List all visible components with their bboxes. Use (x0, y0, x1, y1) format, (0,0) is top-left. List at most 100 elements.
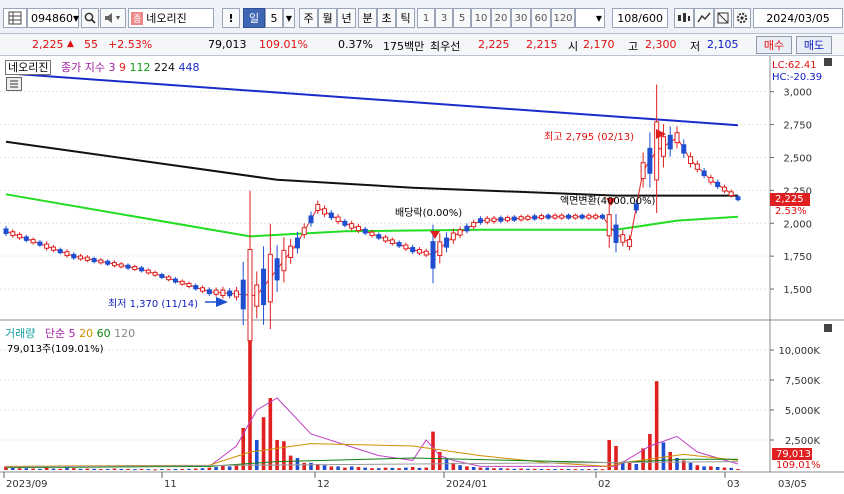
panel-resize-icon[interactable] (824, 58, 832, 66)
data-count-field[interactable]: 108/600 (612, 8, 668, 28)
period-10-button[interactable]: 10 (471, 8, 491, 28)
period-1-button[interactable]: 1 (417, 8, 435, 28)
price-tick-label: 1,750 (783, 252, 812, 263)
indicator-icon[interactable] (694, 8, 714, 28)
candle-body (484, 217, 490, 223)
volume-bar (160, 469, 164, 471)
candle-body (227, 290, 233, 297)
candle-body (681, 144, 687, 154)
period-30-button[interactable]: 30 (511, 8, 531, 28)
sell-button[interactable]: 매도 (796, 36, 832, 54)
volume-bar (573, 469, 578, 471)
current-volume-tag: 79,013 (776, 449, 811, 460)
high-label: 고 (628, 40, 639, 53)
candle-body (627, 239, 633, 247)
volume-bar (58, 468, 63, 470)
stock-tag-icon: 종 (131, 11, 144, 25)
interval-tick-button[interactable]: 틱 (396, 8, 415, 28)
interval-day-button[interactable]: 일 (243, 8, 265, 28)
period-20-button[interactable]: 20 (491, 8, 511, 28)
volume-bar (139, 468, 144, 470)
candle-body (606, 214, 612, 237)
volume-bar (634, 464, 639, 470)
period-120-button[interactable]: 120 (551, 8, 575, 28)
volume-bar (71, 468, 76, 470)
candle-body (545, 214, 551, 219)
candle-body (23, 236, 29, 241)
stock-name-field[interactable]: 종 네오리진 (128, 8, 214, 28)
interval-chevron-down-icon[interactable]: ▼ (283, 8, 295, 28)
interval-month-button[interactable]: 월 (318, 8, 337, 28)
candle-body (50, 246, 56, 251)
volume-bar (99, 469, 103, 471)
candle-body (416, 249, 422, 254)
candle-body (383, 236, 389, 242)
stock-chart[interactable]: 3,0002,7502,5002,2502,0001,7501,500 10,0… (0, 56, 844, 494)
interval-week-button[interactable]: 주 (299, 8, 318, 28)
candle-body (294, 237, 300, 249)
volume-bar (200, 468, 205, 470)
volume-bar (478, 467, 483, 470)
candle-body (145, 269, 151, 274)
interval-minute-button[interactable]: 분 (358, 8, 377, 28)
best-ask-price: 2,225 (478, 38, 510, 51)
period-chevron-down-icon[interactable]: ▼ (596, 14, 602, 23)
candle-body (667, 134, 673, 150)
period-3-button[interactable]: 3 (435, 8, 453, 28)
volume-bar (444, 459, 449, 470)
volume-bar (227, 466, 232, 470)
interval-second-button[interactable]: 초 (377, 8, 396, 28)
candle-body (200, 287, 206, 292)
calculator-icon[interactable] (6, 77, 22, 91)
candle-body (315, 203, 321, 212)
volume-bar (31, 468, 35, 470)
volume-tick-label: 10,000K (778, 346, 820, 357)
candle-body (491, 217, 497, 223)
volume-bar (17, 468, 22, 470)
candle-body (125, 264, 131, 269)
volume-bar (688, 462, 693, 470)
buy-button[interactable]: 매수 (756, 36, 792, 54)
lc-label: LC:62.41 (772, 60, 817, 71)
gear-icon[interactable] (733, 8, 751, 28)
current-price: 2,225 (32, 38, 64, 51)
volume-bar (268, 398, 273, 470)
stock-code-input[interactable]: 094860 ▼ (27, 8, 79, 28)
price-tick-label: 3,000 (783, 88, 812, 99)
volume-bar (38, 468, 42, 470)
stock-code-value: 094860 (31, 11, 73, 25)
volume-bar (519, 468, 523, 470)
volume-bar (370, 468, 374, 470)
tool-icon[interactable] (714, 8, 732, 28)
candle-body (735, 196, 741, 201)
chart-settings-icon[interactable] (674, 8, 694, 28)
volume-bar (485, 467, 490, 470)
volume-bar (553, 469, 557, 471)
period-60-button[interactable]: 60 (531, 8, 551, 28)
speaker-icon[interactable] (100, 8, 126, 28)
period-custom-input[interactable]: ▼ (575, 8, 605, 28)
candle-body (396, 242, 402, 247)
candle-body (640, 162, 646, 180)
volume-bar (51, 468, 56, 470)
volume-bar (193, 468, 198, 470)
interval-year-button[interactable]: 년 (337, 8, 356, 28)
search-icon[interactable] (81, 8, 99, 28)
period-5-button[interactable]: 5 (453, 8, 471, 28)
volume-bar (580, 469, 584, 471)
volume-bar (153, 469, 157, 471)
interval-value-input[interactable]: 5 (265, 8, 283, 28)
volume-bar (417, 467, 422, 470)
volume-bar (607, 440, 612, 470)
chevron-down-icon[interactable]: ▼ (73, 14, 79, 23)
volume-ratio: 109.01% (259, 38, 308, 51)
par-change-note: 액면변환(4000.00%) (560, 196, 656, 207)
candle-body (98, 259, 104, 264)
candle-body (118, 263, 124, 268)
date-field[interactable]: 2024/03/05 (753, 8, 843, 28)
menu-grid-icon[interactable] (3, 8, 27, 28)
volume-panel-resize-icon[interactable] (824, 324, 832, 332)
alert-icon[interactable]: ! (222, 8, 240, 28)
toolbar: 094860 ▼ 종 네오리진 ! 일 5 ▼ 주 월 년 분 초 틱 1 3 … (0, 0, 844, 34)
volume-bar (424, 467, 429, 470)
